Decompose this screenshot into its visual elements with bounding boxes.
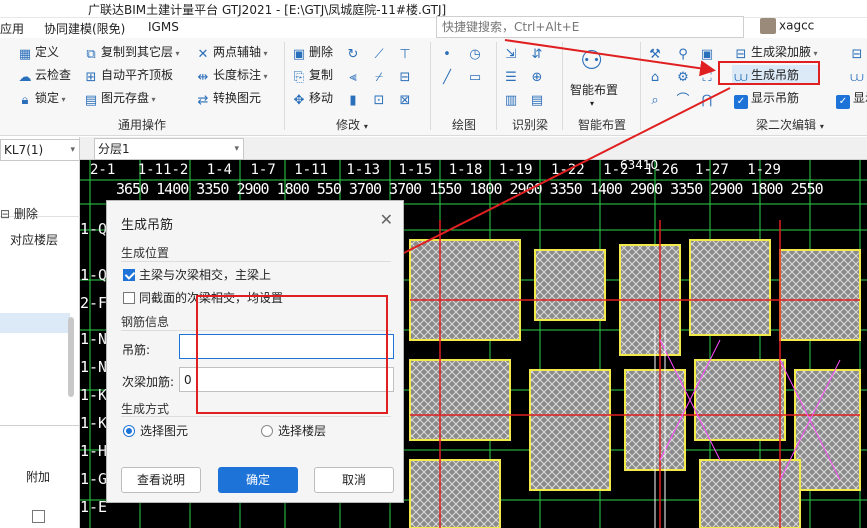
divider	[121, 261, 391, 262]
radio-selected-icon	[123, 425, 135, 437]
dialog-title: 生成吊筋	[121, 218, 174, 233]
help-button[interactable]: 查看说明	[121, 467, 201, 493]
opt-main-secondary[interactable]: 主梁与次梁相交，主梁上	[123, 266, 271, 283]
checkbox-checked-icon	[123, 269, 135, 281]
section-position: 生成位置	[121, 246, 170, 260]
section-mode: 生成方式	[121, 402, 170, 416]
radio-icon	[261, 425, 273, 437]
divider	[121, 416, 391, 417]
cancel-button[interactable]: 取消	[314, 467, 394, 493]
section-rebar: 钢筋信息	[121, 315, 170, 329]
annotation-arrow	[504, 39, 716, 77]
radio-select-element[interactable]: 选择图元	[123, 422, 188, 439]
hanger-label: 吊筋:	[122, 343, 151, 357]
checkbox-icon	[123, 292, 135, 304]
secondary-label: 次梁加筋:	[122, 375, 175, 389]
radio-select-floor[interactable]: 选择楼层	[261, 422, 326, 439]
ok-button[interactable]: 确定	[218, 467, 298, 493]
highlight-box-dialog	[196, 295, 388, 414]
annotation-arrow	[386, 87, 731, 262]
close-icon[interactable]: ✕	[380, 210, 393, 229]
